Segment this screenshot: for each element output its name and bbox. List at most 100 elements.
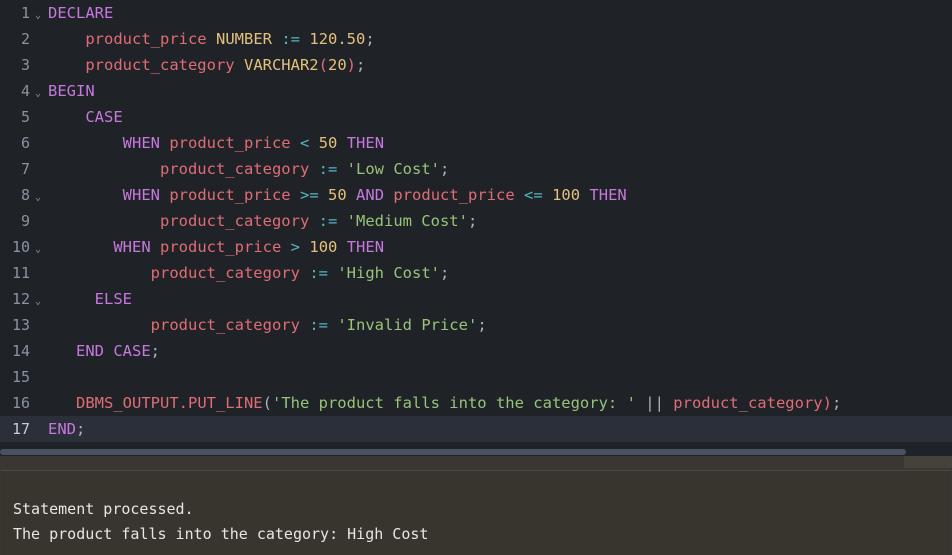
token-kw: END CASE (76, 342, 151, 360)
token-pun (160, 186, 169, 204)
output-line: The product falls into the category: Hig… (13, 525, 429, 543)
line-content: CASE (46, 104, 123, 130)
line-number: 9 (20, 212, 30, 230)
token-pun (337, 134, 346, 152)
code-line[interactable]: 1 ⌄ DECLARE (0, 0, 952, 26)
code-line[interactable]: 13 product_category := 'Invalid Price'; (0, 312, 952, 338)
token-pun (48, 290, 95, 308)
code-lines-container[interactable]: 1 ⌄ DECLARE 2 product_price NUMBER := 120.5… (0, 0, 952, 442)
token-kw: THEN (346, 134, 385, 152)
line-number: 1 (20, 4, 30, 22)
token-kw: WHEN (122, 186, 160, 204)
token-op: >= (300, 186, 319, 204)
line-content: product_category := 'High Cost'; (46, 260, 450, 286)
line-content: END CASE; (46, 338, 160, 364)
token-id: ( (318, 56, 328, 74)
line-number: 14 (11, 342, 30, 360)
line-number: 11 (11, 264, 30, 282)
token-pun: ; (150, 342, 160, 360)
token-pun (347, 186, 356, 204)
code-line[interactable]: 9 product_category := 'Medium Cost'; (0, 208, 952, 234)
token-typ: VARCHAR2 (243, 56, 319, 74)
code-line[interactable]: 3 product_category VARCHAR2(20); (0, 52, 952, 78)
token-pun (291, 186, 300, 204)
token-kw: CASE (85, 108, 123, 126)
token-op: := (309, 316, 328, 334)
code-line[interactable]: 14 END CASE; (0, 338, 952, 364)
token-pun (48, 160, 160, 178)
token-kw: THEN (346, 238, 385, 256)
token-pun: ; (76, 420, 86, 438)
token-pun (309, 212, 318, 230)
token-pun: ; (467, 212, 478, 230)
token-pun: || (645, 394, 664, 412)
code-line[interactable]: 17 END; (0, 416, 952, 442)
token-pun (328, 316, 337, 334)
code-line[interactable]: 12 ⌄ ELSE (0, 286, 952, 312)
token-op: := (309, 264, 328, 282)
token-pun (309, 160, 318, 178)
token-id: product_price (85, 30, 207, 48)
token-num: 100 (552, 186, 581, 204)
token-id: product_category (85, 56, 235, 74)
token-kw: ELSE (94, 290, 132, 308)
token-kw: WHEN (113, 238, 151, 256)
code-line[interactable]: 8 ⌄ WHEN product_price >= 50 AND product_… (0, 182, 952, 208)
token-pun (207, 30, 216, 48)
token-op: := (281, 30, 301, 48)
token-id: product_price (169, 186, 291, 204)
token-pun (664, 394, 673, 412)
token-id: product_category (150, 316, 300, 334)
token-pun: ; (356, 56, 366, 74)
token-pun (160, 134, 169, 152)
token-op: <= (524, 186, 543, 204)
code-line[interactable]: 11 product_category := 'High Cost'; (0, 260, 952, 286)
token-pun: ( (262, 394, 272, 412)
line-content: DBMS_OUTPUT.PUT_LINE('The product falls … (46, 390, 841, 416)
token-num: 100 (309, 238, 338, 256)
token-op: := (318, 212, 338, 230)
line-content: WHEN product_price > 100 THEN (46, 234, 384, 260)
token-kw: THEN (589, 186, 627, 204)
code-line[interactable]: 16 DBMS_OUTPUT.PUT_LINE('The product fal… (0, 390, 952, 416)
code-line[interactable]: 7 product_category := 'Low Cost'; (0, 156, 952, 182)
code-line[interactable]: 5 CASE (0, 104, 952, 130)
editor-horizontal-scrollbar[interactable] (0, 448, 952, 456)
output-panel-topbar-right-segment (904, 456, 952, 468)
token-pun (337, 238, 346, 256)
token-num: 120.50 (309, 30, 366, 48)
token-id: product_price (169, 134, 291, 152)
code-line[interactable]: 15 (0, 364, 952, 390)
token-op: > (290, 238, 301, 256)
token-kw: DECLARE (48, 4, 114, 22)
line-number: 6 (20, 134, 30, 152)
code-line[interactable]: 10 ⌄ WHEN product_price > 100 THEN (0, 234, 952, 260)
token-pun: ; (477, 316, 487, 334)
token-id: ) (822, 394, 832, 412)
token-pun (309, 134, 318, 152)
token-pun (384, 186, 393, 204)
code-line[interactable]: 2 product_price NUMBER := 120.50; (0, 26, 952, 52)
code-editor[interactable]: 1 ⌄ DECLARE 2 product_price NUMBER := 120.5… (0, 0, 952, 456)
token-pun (235, 56, 244, 74)
line-content: END; (46, 416, 85, 442)
token-pun (48, 394, 76, 412)
token-id: product_price (160, 238, 282, 256)
token-pun (319, 186, 328, 204)
token-pun (48, 108, 85, 126)
code-line[interactable]: 4 ⌄ BEGIN (0, 78, 952, 104)
token-pun (543, 186, 552, 204)
token-pun (636, 394, 645, 412)
token-pun (48, 212, 160, 230)
line-content: product_category VARCHAR2(20); (46, 52, 365, 78)
line-number: 16 (11, 394, 30, 412)
token-str: 'Invalid Price' (337, 316, 478, 334)
line-number: 2 (20, 30, 30, 48)
editor-scrollbar-thumb[interactable] (0, 449, 906, 455)
token-pun (48, 30, 85, 48)
token-op: < (300, 134, 310, 152)
token-op: := (318, 160, 338, 178)
code-line[interactable]: 6 WHEN product_price < 50 THEN (0, 130, 952, 156)
line-number: 13 (11, 316, 30, 334)
